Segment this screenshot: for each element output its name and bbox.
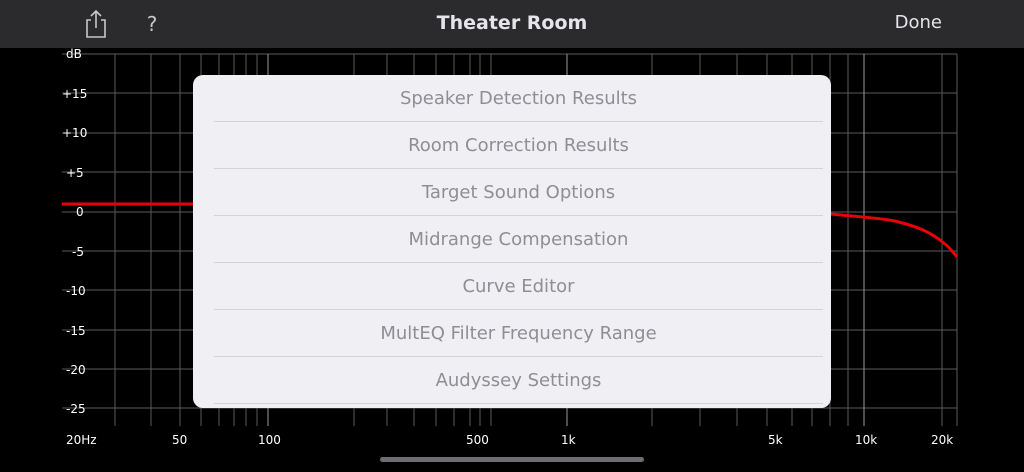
- x-tick-label: 20k: [931, 433, 953, 447]
- done-button[interactable]: Done: [895, 12, 942, 33]
- x-tick-label: 50: [172, 433, 187, 447]
- menu-item-speaker-detection[interactable]: Speaker Detection Results: [214, 75, 823, 122]
- y-tick-label: -15: [66, 324, 86, 338]
- x-tick-label: 20Hz: [66, 433, 97, 447]
- audyssey-menu-popup: Speaker Detection Results Room Correctio…: [193, 75, 831, 408]
- x-tick-label: 10k: [855, 433, 877, 447]
- x-tick-label: 100: [258, 433, 281, 447]
- menu-item-curve-editor[interactable]: Curve Editor: [214, 263, 823, 310]
- top-bar: ? Theater Room Done: [0, 0, 1024, 48]
- y-tick-label: -25: [66, 402, 86, 416]
- menu-item-room-correction[interactable]: Room Correction Results: [214, 122, 823, 169]
- menu-item-audyssey-settings[interactable]: Audyssey Settings: [214, 357, 823, 404]
- y-tick-label: +10: [62, 126, 87, 140]
- y-tick-label: 0: [76, 205, 84, 219]
- menu-item-target-sound[interactable]: Target Sound Options: [214, 169, 823, 216]
- y-tick-label: -5: [72, 245, 84, 259]
- menu-item-midrange-compensation[interactable]: Midrange Compensation: [214, 216, 823, 263]
- page-title: Theater Room: [436, 12, 588, 34]
- y-unit-label: dB: [66, 48, 82, 61]
- home-indicator: [380, 457, 644, 462]
- x-tick-label: 1k: [561, 433, 576, 447]
- y-tick-label: +15: [62, 87, 87, 101]
- menu-item-multeq-filter-range[interactable]: MultEQ Filter Frequency Range: [214, 310, 823, 357]
- y-tick-label: +5: [66, 166, 84, 180]
- x-tick-label: 500: [466, 433, 489, 447]
- y-tick-label: -20: [66, 363, 86, 377]
- y-tick-label: -10: [66, 284, 86, 298]
- x-tick-label: 5k: [768, 433, 783, 447]
